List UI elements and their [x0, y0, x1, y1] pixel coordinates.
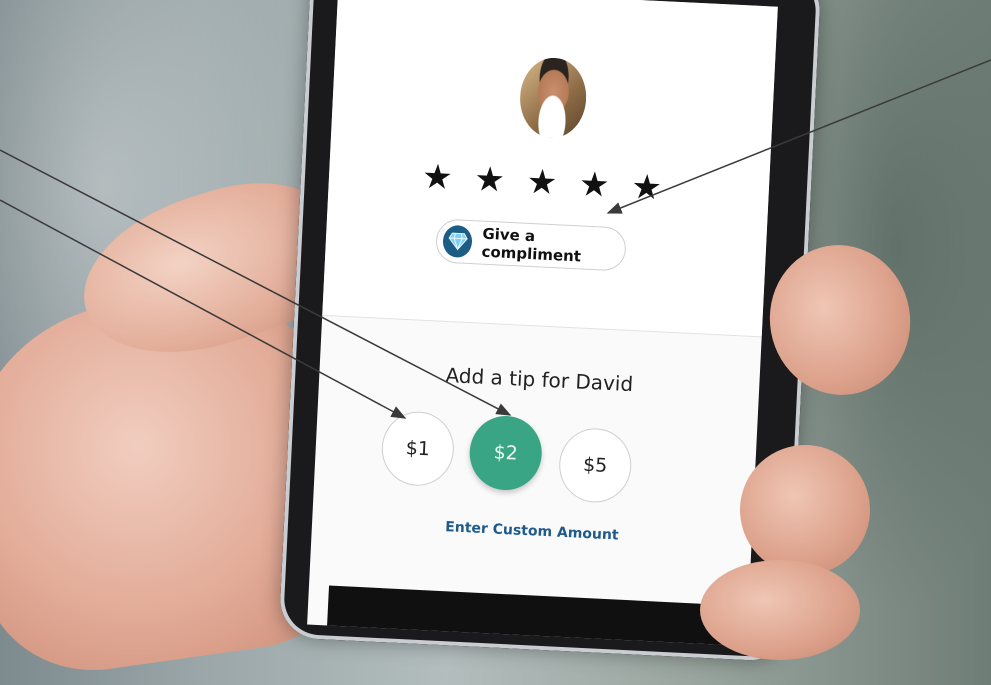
phone-screen: ★ ★ ★ ★ ★ Give a compliment Add a tip fo…	[307, 0, 778, 647]
star-3[interactable]: ★	[526, 162, 558, 203]
phone: ★ ★ ★ ★ ★ Give a compliment Add a tip fo…	[278, 0, 822, 663]
diamond-icon	[442, 224, 473, 259]
give-compliment-button[interactable]: Give a compliment	[434, 218, 627, 272]
tip-2-button[interactable]: $2	[467, 414, 544, 492]
custom-amount-link[interactable]: Enter Custom Amount	[312, 513, 752, 550]
star-5[interactable]: ★	[630, 167, 662, 208]
star-2[interactable]: ★	[473, 159, 505, 200]
finger-bottom	[700, 560, 860, 660]
tip-title: Add a tip for David	[444, 362, 634, 397]
tip-1-button[interactable]: $1	[380, 410, 456, 488]
tip-5-button[interactable]: $5	[557, 426, 633, 505]
star-1[interactable]: ★	[421, 157, 453, 198]
compliment-label: Give a compliment	[481, 224, 582, 266]
star-4[interactable]: ★	[578, 164, 610, 205]
